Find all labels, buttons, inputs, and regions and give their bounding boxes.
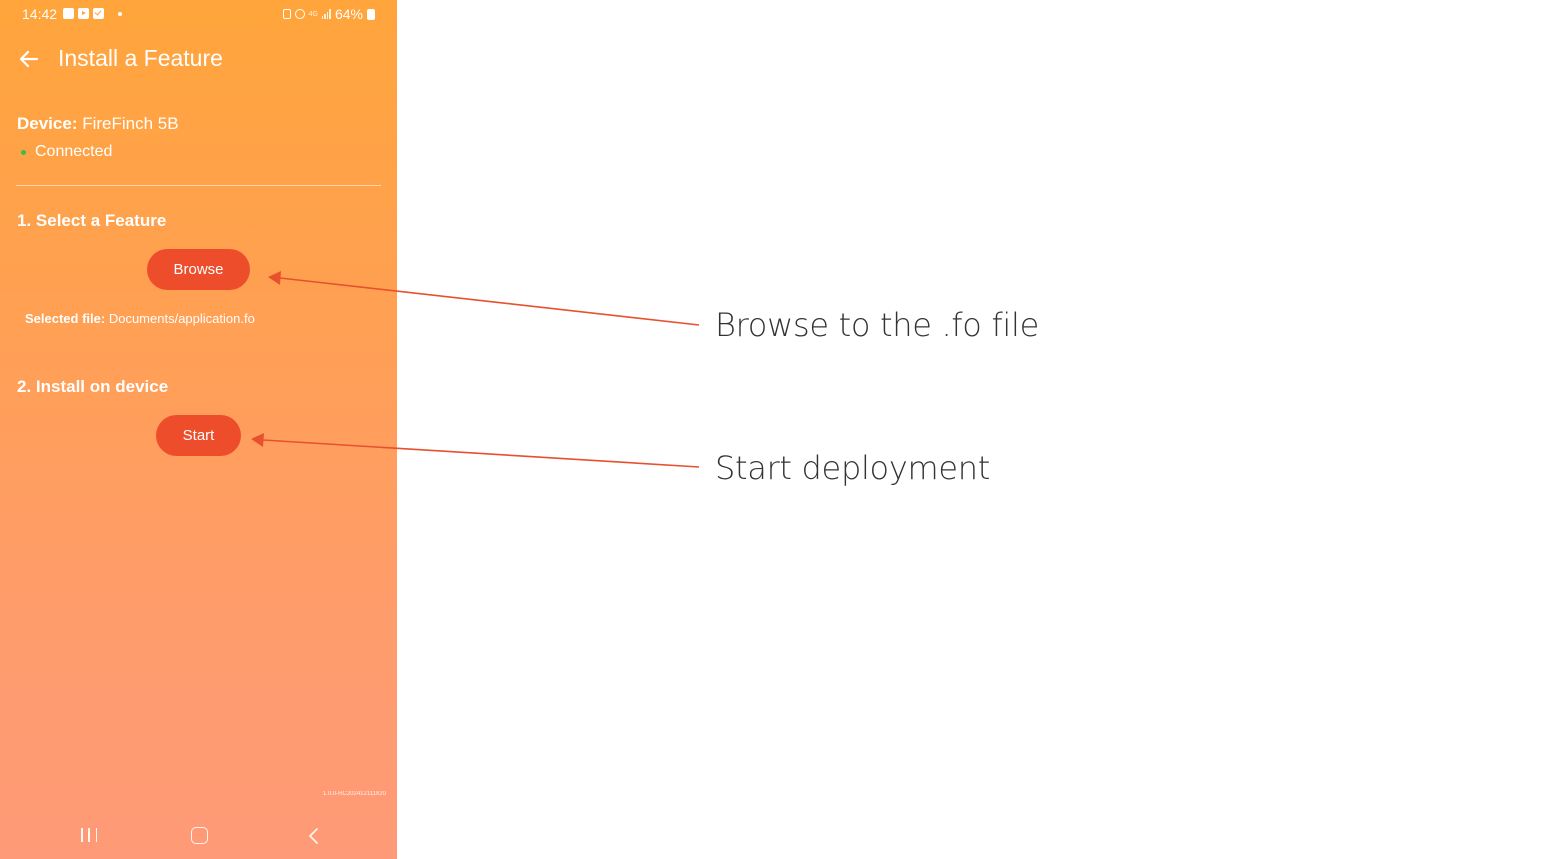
browse-annotation: Browse to the .fo file — [715, 306, 1039, 344]
page: 14:42 4G 64% Install a Feature Device: F… — [0, 0, 1563, 859]
section-title-install: 2. Install on device — [17, 377, 169, 396]
notification-icons — [63, 8, 122, 19]
battery-percent: 64% — [334, 6, 363, 22]
connection-status-text: Connected — [35, 143, 113, 160]
selected-file: Selected file: Documents/application.fo — [25, 311, 255, 326]
task-icon — [93, 8, 104, 19]
back-arrow-icon[interactable] — [18, 48, 40, 70]
status-bar: 14:42 4G 64% — [0, 0, 397, 30]
battery-saver-icon — [282, 9, 291, 19]
gallery-icon — [63, 8, 74, 19]
section-title-select-feature: 1. Select a Feature — [17, 211, 167, 230]
alarm-icon — [294, 9, 305, 19]
divider — [16, 185, 381, 186]
recent-apps-icon[interactable] — [81, 828, 97, 842]
battery-icon — [367, 8, 375, 20]
selected-file-label: Selected file: — [25, 311, 106, 326]
network-type: 4G — [308, 10, 318, 18]
youtube-icon — [78, 8, 89, 19]
connection-status: Connected — [21, 143, 112, 161]
nav-back-icon[interactable] — [306, 827, 322, 845]
home-icon[interactable] — [191, 827, 208, 844]
device-label: Device: — [17, 114, 78, 133]
system-status-icons: 4G 64% — [282, 6, 375, 22]
start-button[interactable]: Start — [156, 415, 241, 456]
device-name: FireFinch 5B — [82, 114, 179, 133]
page-title: Install a Feature — [58, 45, 223, 71]
status-time: 14:42 — [22, 6, 58, 22]
browse-button[interactable]: Browse — [147, 249, 250, 290]
start-annotation: Start deployment — [715, 449, 990, 487]
device-info: Device: FireFinch 5B — [17, 114, 179, 134]
phone-screen: 14:42 4G 64% Install a Feature Device: F… — [0, 0, 397, 859]
signal-icon — [321, 9, 331, 19]
selected-file-path: Documents/application.fo — [108, 311, 255, 326]
status-dot-icon — [21, 149, 26, 155]
version-label: 1.0.0-RC202412111820 — [322, 791, 386, 797]
more-notifications-dot-icon — [118, 11, 122, 16]
